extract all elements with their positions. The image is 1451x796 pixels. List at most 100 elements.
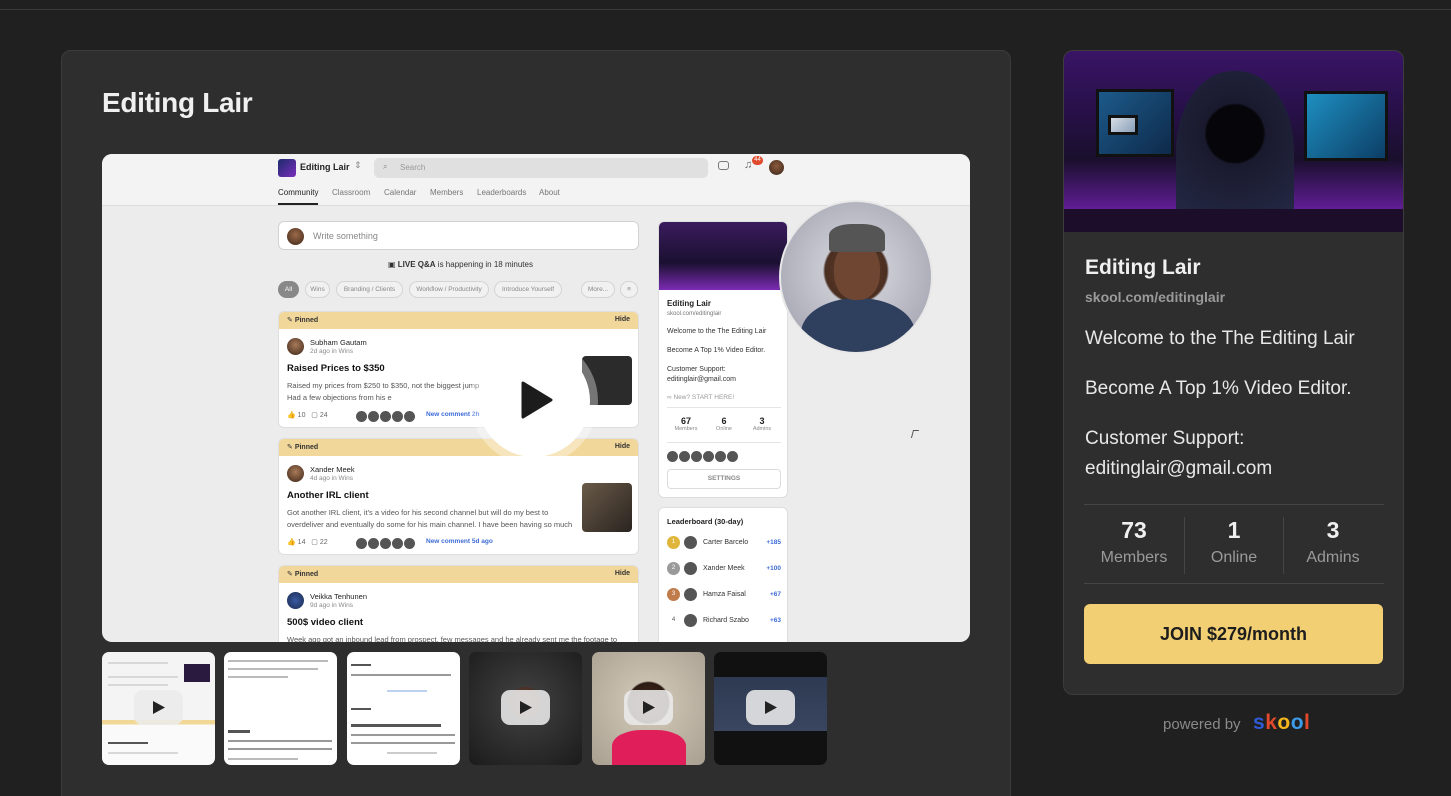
- stat-admins: 3 Admins: [1283, 517, 1383, 567]
- play-icon: [643, 701, 655, 714]
- stat-online: 1 Online: [1184, 517, 1284, 567]
- video-player[interactable]: Editing Lair ⇕ ⌕ Search ♫ 44 Community C…: [102, 154, 970, 642]
- preview-group-logo: [278, 159, 296, 177]
- bell-icon: ♫: [744, 159, 753, 171]
- post-author: Subham Gautam: [310, 338, 367, 347]
- gallery-thumbnail-6[interactable]: [714, 652, 827, 765]
- preview-post: ✎ Pinned Hide Veikka Tenhunen 9d ago in …: [278, 565, 639, 642]
- pinned-banner: ✎ Pinned Hide: [279, 566, 638, 583]
- post-actions: 👍 14 ▢ 22: [287, 539, 328, 546]
- play-button[interactable]: [501, 690, 550, 725]
- join-button[interactable]: JOIN $279/month: [1084, 604, 1383, 664]
- divider: [667, 442, 781, 443]
- group-welcome: Welcome to the The Editing Lair: [1085, 328, 1355, 349]
- preview-new-start: ∞ New? START HERE!: [667, 394, 735, 401]
- leaderboard-row: 2 Xander Meek +100: [667, 561, 781, 577]
- preview-search: ⌕ Search: [374, 158, 708, 178]
- post-body: Week ago got an inbound lead from prospe…: [287, 635, 618, 642]
- preview-about-welcome: Welcome to the The Editing Lair: [667, 328, 767, 335]
- pinned-label: ✎ Pinned: [287, 317, 319, 324]
- monitor-right: [1304, 91, 1388, 161]
- group-name: Editing Lair: [1085, 256, 1201, 279]
- preview-tab-leaderboards: Leaderboards: [477, 188, 527, 197]
- preview-live-banner: ▣ LIVE Q&A is happening in 18 minutes: [388, 260, 533, 269]
- preview-write-placeholder: Write something: [313, 231, 378, 241]
- post-title: 500$ video client: [287, 617, 364, 628]
- play-button[interactable]: [478, 345, 590, 457]
- avatar: [287, 592, 304, 609]
- post-meta: 2d ago in Wins: [310, 348, 353, 355]
- chip-more: More...: [581, 281, 615, 298]
- leaderboard-row: 4 Richard Szabo +63: [667, 613, 781, 629]
- preview-write-box: Write something: [278, 221, 639, 250]
- preview-tab-community: Community: [278, 188, 319, 197]
- preview-stat-members: 67 Members: [674, 416, 698, 432]
- hooded-figure: [1176, 71, 1294, 232]
- gallery-thumbnail-4[interactable]: [469, 652, 582, 765]
- group-cover-image: [1064, 51, 1403, 232]
- stat-label: Online: [1210, 549, 1258, 566]
- play-icon: [153, 701, 165, 714]
- skool-logo-letter: o: [1290, 711, 1305, 734]
- preview-tab-calendar: Calendar: [384, 188, 417, 197]
- preview-settings: SETTINGS: [667, 469, 781, 489]
- divider: [1084, 583, 1384, 584]
- live-text: is happening in 18 minutes: [437, 260, 533, 269]
- preview-about-email: editinglair@gmail.com: [667, 376, 736, 383]
- post-author: Veikka Tenhunen: [310, 592, 367, 601]
- avatar: [287, 228, 304, 245]
- post-body: Got another IRL client, it's a video for…: [287, 508, 573, 529]
- post-actions: 👍 10 ▢ 24: [287, 412, 328, 419]
- chip-branding: Branding / Clients: [336, 281, 403, 298]
- member-avatars: [667, 449, 757, 462]
- preview-group-cover: [659, 222, 787, 290]
- skool-logo-letter: s: [1253, 711, 1266, 734]
- play-icon: [521, 381, 553, 419]
- chevron-updown-icon: ⇕: [354, 160, 362, 170]
- filter-icon: ≡: [620, 281, 638, 298]
- post-meta: 9d ago in Wins: [310, 602, 353, 609]
- post-author: Xander Meek: [310, 465, 355, 474]
- chat-icon: [718, 161, 729, 170]
- hide-label: Hide: [614, 570, 630, 577]
- new-comment-link: New comment 5d ago: [426, 538, 493, 545]
- gallery-thumbnail-3[interactable]: [347, 652, 460, 765]
- stat-label: Admins: [1306, 549, 1360, 566]
- thumb-cover: [184, 664, 210, 682]
- avatar: [769, 160, 784, 175]
- hide-label: Hide: [614, 316, 630, 323]
- group-about-card: Editing Lair skool.com/editinglair Welco…: [1063, 50, 1404, 695]
- preview-leaderboard: Leaderboard (30-day) 1 Carter Barcelo +1…: [658, 507, 788, 642]
- play-button[interactable]: [746, 690, 795, 725]
- divider: [667, 407, 781, 408]
- group-tagline: Become A Top 1% Video Editor.: [1085, 378, 1352, 399]
- gallery-thumbnail-2[interactable]: [224, 652, 337, 765]
- leaderboard-row: 3 Hamza Faisal +67: [667, 587, 781, 603]
- preview-tab-classroom: Classroom: [332, 188, 371, 197]
- post-thumbnail: [582, 483, 632, 532]
- pinned-banner: ✎ Pinned Hide: [279, 312, 638, 329]
- preview-about-card: Editing Lair skool.com/editinglair Welco…: [658, 221, 788, 498]
- preview-stat-admins: 3 Admins: [752, 416, 772, 432]
- skool-logo[interactable]: skool: [1253, 711, 1310, 735]
- page-title: Editing Lair: [102, 87, 253, 118]
- play-button[interactable]: [624, 690, 673, 725]
- stat-value: 3: [1326, 517, 1340, 543]
- preview-about-support: Customer Support:: [667, 366, 726, 373]
- avatar: [287, 338, 304, 355]
- play-icon: [520, 701, 532, 714]
- chip-wins: Wins: [305, 281, 330, 298]
- gallery-thumbnail-5[interactable]: [592, 652, 705, 765]
- hide-label: Hide: [614, 443, 630, 450]
- play-button[interactable]: [134, 690, 183, 725]
- support-label: Customer Support:: [1085, 428, 1245, 449]
- chip-workflow: Workflow / Productivity: [409, 281, 489, 298]
- preview-about-tagline: Become A Top 1% Video Editor.: [667, 347, 766, 354]
- gallery-thumbnail-1[interactable]: [102, 652, 215, 765]
- preview-stat-online: 6 Online: [716, 416, 732, 432]
- cursor-icon: [910, 430, 920, 438]
- skool-logo-letter: l: [1304, 711, 1311, 734]
- presenter-webcam-bubble: [779, 200, 933, 354]
- stat-value: 73: [1121, 517, 1147, 543]
- stat-value: 1: [1227, 517, 1241, 543]
